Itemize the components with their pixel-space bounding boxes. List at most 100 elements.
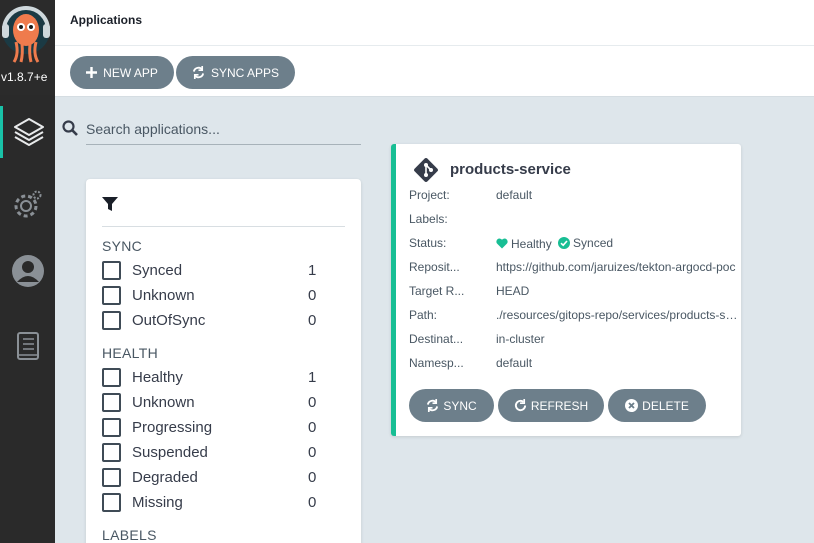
user-icon: [11, 255, 44, 287]
toolbar: NEW APP SYNC APPS: [55, 46, 814, 97]
health-status: Healthy: [496, 237, 552, 251]
filter-count: 0: [308, 493, 317, 511]
app-name[interactable]: products-service: [450, 161, 571, 178]
checkbox[interactable]: [102, 467, 121, 487]
field-value: https://github.com/jaruizes/tekton-argoc…: [496, 260, 736, 274]
field-key: Labels:: [409, 212, 448, 226]
checkbox[interactable]: [102, 310, 121, 330]
filters-panel: SYNC Synced 1 Unknown 0 OutOfSync 0 HEAL…: [86, 179, 361, 543]
refresh-icon: [514, 399, 526, 412]
filter-label: Degraded: [132, 468, 198, 486]
field-namespace: Namesp... default: [409, 356, 739, 374]
search-input[interactable]: [86, 113, 361, 145]
field-value: in-cluster: [496, 332, 545, 346]
filter-count: 0: [308, 393, 317, 411]
heart-icon: [496, 238, 508, 249]
checkbox[interactable]: [102, 492, 121, 512]
field-value: HEAD: [496, 284, 530, 298]
filter-label: Unknown: [132, 393, 195, 411]
field-key: Namesp...: [409, 356, 464, 370]
filter-health-healthy[interactable]: Healthy 1: [102, 366, 322, 388]
filter-health-unknown[interactable]: Unknown 0: [102, 391, 322, 413]
filter-label: Missing: [132, 493, 183, 511]
new-app-label: NEW APP: [103, 65, 158, 80]
field-key: Reposit...: [409, 260, 460, 274]
checkbox[interactable]: [102, 285, 121, 305]
refresh-button[interactable]: REFRESH: [498, 389, 604, 422]
filter-label: OutOfSync: [132, 311, 206, 329]
sync-apps-button[interactable]: SYNC APPS: [176, 56, 295, 89]
sync-apps-label: SYNC APPS: [210, 65, 280, 80]
logo-area: v1.8.7+e: [0, 0, 55, 95]
sidebar-item-applications[interactable]: [0, 106, 55, 158]
filter-count: 0: [308, 286, 317, 304]
sync-label: SYNC: [443, 398, 477, 413]
filter-count: 0: [308, 418, 317, 436]
close-circle-icon: [625, 399, 639, 412]
filter-header: [102, 194, 345, 227]
top-bar: Applications: [55, 0, 814, 46]
field-key: Target R...: [409, 284, 465, 298]
field-value: ./resources/gitops-repo/services/product…: [496, 308, 741, 322]
filter-health-degraded[interactable]: Degraded 0: [102, 466, 322, 488]
checkbox[interactable]: [102, 442, 121, 462]
search-bar: [62, 113, 361, 146]
filter-health-progressing[interactable]: Progressing 0: [102, 416, 322, 438]
checkbox[interactable]: [102, 367, 121, 387]
new-app-button[interactable]: NEW APP: [70, 56, 174, 89]
sync-status: Synced: [558, 236, 613, 250]
search-icon: [62, 120, 78, 136]
sidebar: v1.8.7+e: [0, 0, 55, 543]
filter-count: 1: [308, 261, 317, 279]
labels-filter-title: LABELS: [102, 527, 157, 543]
checkbox[interactable]: [102, 417, 121, 437]
filter-sync-unknown[interactable]: Unknown 0: [102, 284, 322, 306]
sync-text: Synced: [573, 236, 614, 250]
plus-icon: [86, 67, 98, 78]
field-value: default: [496, 188, 533, 202]
filter-count: 0: [308, 311, 317, 329]
field-project: Project: default: [409, 188, 739, 206]
sidebar-item-settings[interactable]: [0, 178, 55, 230]
field-status: Status: Healthy Synced: [409, 236, 739, 254]
filter-count: 0: [308, 468, 317, 486]
app-card[interactable]: products-service Project: default Labels…: [391, 144, 741, 436]
book-icon: [16, 332, 39, 360]
sync-button[interactable]: SYNC: [409, 389, 494, 422]
filter-count: 1: [308, 368, 317, 386]
sidebar-item-user-info[interactable]: [0, 245, 55, 297]
filter-health-suspended[interactable]: Suspended 0: [102, 441, 322, 463]
filter-count: 0: [308, 443, 317, 461]
filter-label: Suspended: [132, 443, 208, 461]
checkbox[interactable]: [102, 392, 121, 412]
git-icon: [414, 158, 438, 182]
version-label: v1.8.7+e: [1, 70, 48, 84]
field-value: Healthy Synced: [496, 236, 741, 252]
filter-health-missing[interactable]: Missing 0: [102, 491, 322, 513]
filter-icon[interactable]: [102, 196, 118, 212]
field-key: Path:: [409, 308, 438, 322]
health-text: Healthy: [511, 236, 552, 251]
field-labels: Labels:: [409, 212, 739, 230]
checkbox[interactable]: [102, 260, 121, 280]
field-path: Path: ./resources/gitops-repo/services/p…: [409, 308, 741, 326]
nav-background: [0, 95, 55, 543]
delete-button[interactable]: DELETE: [608, 389, 706, 422]
filter-label: Synced: [132, 261, 183, 279]
field-key: Status:: [409, 236, 447, 250]
field-key: Project:: [409, 188, 450, 202]
sidebar-item-documentation[interactable]: [0, 320, 55, 372]
filter-label: Healthy: [132, 368, 183, 386]
refresh-label: REFRESH: [530, 398, 589, 413]
check-circle-icon: [558, 237, 571, 249]
sync-filter-title: SYNC: [102, 238, 143, 254]
filter-label: Progressing: [132, 418, 213, 436]
gear-icon: [14, 190, 41, 218]
sync-icon: [192, 66, 205, 79]
filter-sync-outofsync[interactable]: OutOfSync 0: [102, 309, 322, 331]
delete-label: DELETE: [642, 398, 689, 413]
filter-sync-synced[interactable]: Synced 1: [102, 259, 322, 281]
layers-icon: [14, 118, 44, 146]
field-key: Destinat...: [409, 332, 464, 346]
field-value: default: [496, 356, 533, 370]
